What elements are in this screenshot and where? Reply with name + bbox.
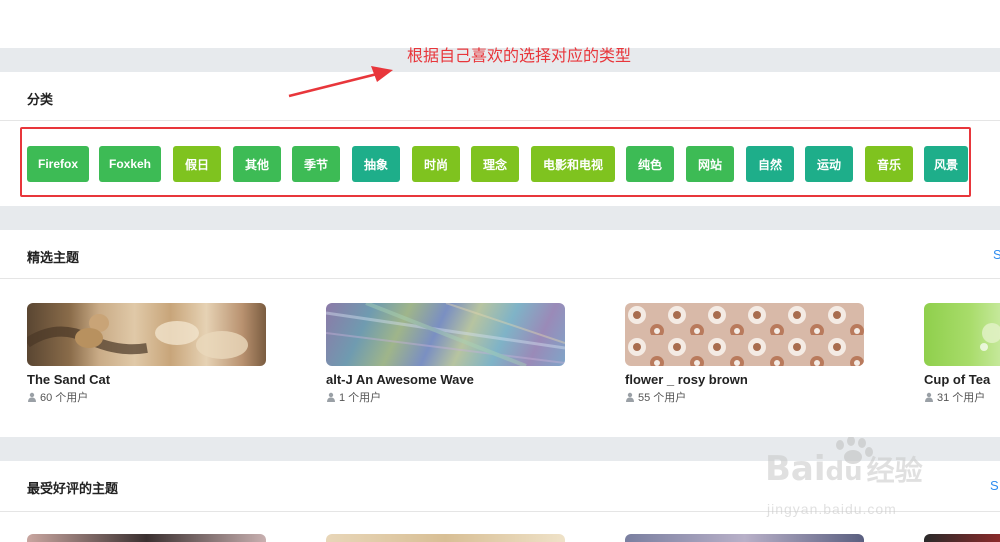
top-rated-see-all-link[interactable]: S bbox=[990, 478, 999, 493]
annotation-highlight-box bbox=[20, 127, 971, 197]
theme-card[interactable]: alt-J An Awesome Wave 1 个用户 bbox=[326, 303, 565, 405]
page: 分类 Firefox Foxkeh 假日 其他 季节 抽象 时尚 理念 电影和电… bbox=[0, 0, 1000, 542]
theme-thumbnail-sand-cat[interactable] bbox=[27, 303, 266, 366]
divider-band-2 bbox=[0, 206, 1000, 230]
theme-user-count: 1 个用户 bbox=[326, 389, 565, 405]
top-rated-title: 最受好评的主题 bbox=[27, 481, 119, 496]
theme-user-count: 60 个用户 bbox=[27, 389, 266, 405]
theme-user-count: 55 个用户 bbox=[625, 389, 864, 405]
user-icon bbox=[626, 392, 634, 402]
categories-header: 分类 bbox=[0, 72, 1000, 121]
watermark-brand: Baidu 经验 bbox=[765, 449, 923, 489]
watermark-brand2-text: 经验 bbox=[866, 454, 923, 487]
theme-user-count-text: 55 个用户 bbox=[638, 392, 687, 404]
watermark-url: jingyan.baidu.com bbox=[767, 501, 897, 517]
theme-card[interactable]: Cup of Tea 31 个用户 bbox=[924, 303, 1000, 405]
featured-header: 精选主题 S bbox=[0, 230, 1000, 279]
annotation-arrow-icon bbox=[288, 66, 393, 98]
theme-user-count-text: 31 个用户 bbox=[937, 392, 986, 404]
user-icon bbox=[925, 392, 933, 402]
watermark-brand-text: Bai bbox=[765, 449, 826, 489]
baidu-watermark: Baidu 经验 jingyan.baidu.com bbox=[765, 436, 965, 527]
categories-title: 分类 bbox=[27, 92, 54, 107]
top-rated-thumbnail[interactable] bbox=[625, 534, 864, 542]
theme-thumbnail-cup-of-tea[interactable] bbox=[924, 303, 1000, 366]
theme-thumbnail-alt-j[interactable] bbox=[326, 303, 565, 366]
theme-name[interactable]: The Sand Cat bbox=[27, 372, 266, 387]
theme-name[interactable]: alt-J An Awesome Wave bbox=[326, 372, 565, 387]
theme-card[interactable]: The Sand Cat 60 个用户 bbox=[27, 303, 266, 405]
annotation-text: 根据自己喜欢的选择对应的类型 bbox=[407, 46, 632, 65]
user-icon bbox=[327, 392, 335, 402]
featured-title: 精选主题 bbox=[27, 250, 80, 265]
theme-user-count-text: 60 个用户 bbox=[40, 392, 89, 404]
top-rated-thumbnail[interactable] bbox=[924, 534, 1000, 542]
theme-thumbnail-flower[interactable] bbox=[625, 303, 864, 366]
featured-see-all-link[interactable]: S bbox=[993, 247, 1000, 262]
theme-name[interactable]: Cup of Tea bbox=[924, 372, 1000, 387]
top-rated-thumbnail[interactable] bbox=[326, 534, 565, 542]
theme-name[interactable]: flower _ rosy brown bbox=[625, 372, 864, 387]
theme-user-count-text: 1 个用户 bbox=[339, 392, 382, 404]
theme-card[interactable]: flower _ rosy brown 55 个用户 bbox=[625, 303, 864, 405]
watermark-du: du bbox=[825, 457, 863, 487]
theme-user-count: 31 个用户 bbox=[924, 389, 1000, 405]
top-rated-thumbnail[interactable] bbox=[27, 534, 266, 542]
user-icon bbox=[28, 392, 36, 402]
